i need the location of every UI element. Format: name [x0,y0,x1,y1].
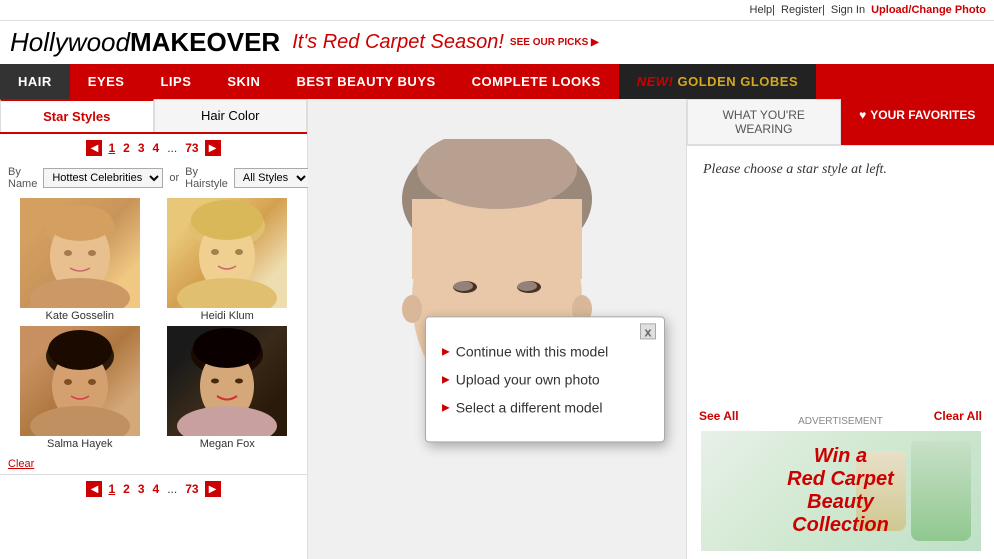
page-ellipsis: ... [165,141,179,155]
center-panel: x ▶ Continue with this model ▶ Upload yo… [308,99,686,559]
see-picks[interactable]: SEE OUR PICKS ▶ [510,37,599,48]
nav-hair[interactable]: HAIR [0,64,70,99]
top-bar: Help | Register | Sign In Upload/Change … [0,0,994,21]
b-page-4[interactable]: 4 [151,482,162,496]
favorites-label: YOUR FAVORITES [870,108,975,122]
ad-text: Win aRed CarpetBeautyCollection [787,445,894,537]
popup-option-continue[interactable]: ▶ Continue with this model [442,337,640,365]
b-page-1[interactable]: 1 [106,482,117,496]
next-page-bottom-button[interactable]: ▶ [205,481,221,497]
help-link[interactable]: Help [750,4,773,16]
style-tabs: Star Styles Hair Color [0,99,307,134]
main-content: Star Styles Hair Color ◀ 1 2 3 4 ... 73 … [0,99,994,559]
page-73[interactable]: 73 [183,141,200,155]
clear-link[interactable]: Clear [0,454,307,474]
tab-star-styles[interactable]: Star Styles [0,99,154,132]
filter-row: By Name Hottest Celebrities or By Hairst… [0,162,307,194]
pagination-bottom: ◀ 1 2 3 4 ... 73 ▶ [0,474,307,503]
b-page-2[interactable]: 2 [121,482,132,496]
popup-option-different[interactable]: ▶ Select a different model [442,393,640,421]
right-panel: WHAT YOU'RE WEARING ♥ YOUR FAVORITES Plea… [686,99,994,559]
b-page-3[interactable]: 3 [136,482,147,496]
nav-eyes[interactable]: EYES [70,64,143,99]
star-grid: Kate Gosselin Heidi Klum [0,194,307,454]
or-label: or [169,172,179,184]
nav-skin[interactable]: SKIN [209,64,278,99]
nav-complete-looks[interactable]: COMPLETE LOOKS [454,64,619,99]
popup-dialog: x ▶ Continue with this model ▶ Upload yo… [425,316,665,442]
name-dropdown[interactable]: Hottest Celebrities [43,168,163,188]
upload-link[interactable]: Upload/Change Photo [871,4,986,16]
popup-upload-label: Upload your own photo [456,371,600,387]
page-3[interactable]: 3 [136,141,147,155]
megan-fox-name: Megan Fox [156,438,300,450]
b-page-ellipsis: ... [165,482,179,496]
pagination-top: ◀ 1 2 3 4 ... 73 ▶ [0,134,307,162]
popup-close-button[interactable]: x [640,323,656,339]
nav-lips[interactable]: LIPS [142,64,209,99]
star-kate-gosselin[interactable]: Kate Gosselin [8,198,152,322]
right-tabs: WHAT YOU'RE WEARING ♥ YOUR FAVORITES [687,99,994,146]
page-4[interactable]: 4 [151,141,162,155]
logo-makeover: MAKEOVER [130,27,280,58]
nav-bar: HAIR EYES LIPS SKIN BEST BEAUTY BUYS COM… [0,64,994,99]
tab-hair-color[interactable]: Hair Color [154,99,308,132]
b-page-73[interactable]: 73 [183,482,200,496]
arrow-icon-2: ▶ [442,374,450,385]
ad-label: ADVERTISEMENT [699,416,982,427]
heart-icon: ♥ [859,108,866,122]
arrow-icon-1: ▶ [442,346,450,357]
page-1[interactable]: 1 [106,141,117,155]
separator1: | [772,4,775,16]
header: Hollywood MAKEOVER It's Red Carpet Seaso… [0,21,994,64]
register-link[interactable]: Register [781,4,822,16]
tab-what-wearing[interactable]: WHAT YOU'RE WEARING [687,99,841,145]
tab-favorites[interactable]: ♥ YOUR FAVORITES [841,99,994,145]
star-salma-hayek[interactable]: Salma Hayek [8,326,152,450]
separator2: | [822,4,825,16]
kate-gosselin-name: Kate Gosselin [8,310,152,322]
by-hairstyle-label: By Hairstyle [185,166,228,190]
right-empty-message: Please choose a star style at left. [687,146,994,194]
salma-hayek-name: Salma Hayek [8,438,152,450]
nav-golden-globes[interactable]: NEW! GOLDEN GLOBES [619,64,816,99]
next-page-button[interactable]: ▶ [205,140,221,156]
star-megan-fox[interactable]: Megan Fox [156,326,300,450]
page-2[interactable]: 2 [121,141,132,155]
popup-different-label: Select a different model [456,399,603,415]
ad-box: Win aRed CarpetBeautyCollection [701,431,981,551]
popup-option-upload[interactable]: ▶ Upload your own photo [442,365,640,393]
left-panel: Star Styles Hair Color ◀ 1 2 3 4 ... 73 … [0,99,308,559]
logo-hollywood: Hollywood [10,27,130,58]
arrow-icon-3: ▶ [442,402,450,413]
sign-in-link[interactable]: Sign In [831,4,865,16]
star-heidi-klum[interactable]: Heidi Klum [156,198,300,322]
popup-continue-label: Continue with this model [456,343,609,359]
ad-section: ADVERTISEMENT Win aRed CarpetBeautyColle… [687,412,994,559]
prev-page-button[interactable]: ◀ [86,140,102,156]
hairstyle-dropdown[interactable]: All Styles [234,168,310,188]
new-tag: NEW! [637,74,674,89]
tagline: It's Red Carpet Season! [292,31,504,54]
prev-page-bottom-button[interactable]: ◀ [86,481,102,497]
nav-best-beauty[interactable]: BEST BEAUTY BUYS [278,64,453,99]
by-name-label: By Name [8,166,37,190]
heidi-klum-name: Heidi Klum [156,310,300,322]
